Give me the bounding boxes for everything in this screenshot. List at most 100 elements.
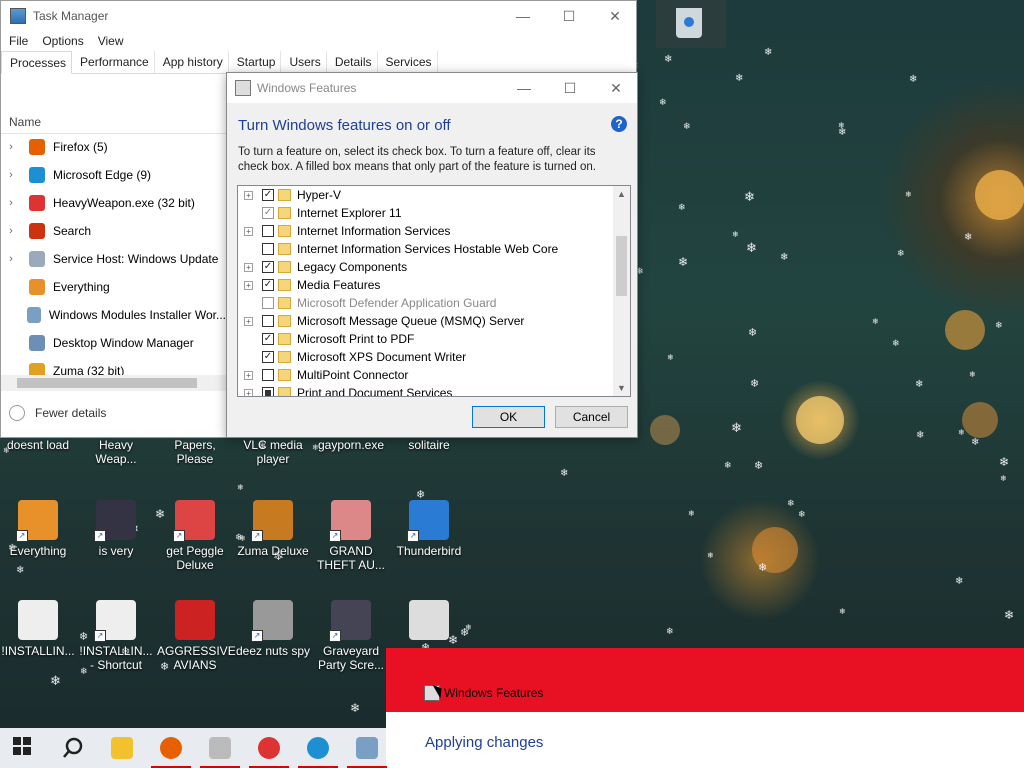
chevron-right-icon[interactable]: › — [1, 141, 21, 153]
tab-app-history[interactable]: App history — [155, 51, 229, 73]
taskbar-windows-features-button[interactable] — [196, 728, 244, 768]
taskbar-start-button[interactable] — [0, 728, 48, 768]
feature-checkbox[interactable] — [262, 225, 274, 237]
desktop-icon[interactable]: ↗ !INSTALLIN... - Shortcut — [78, 600, 154, 672]
desktop-icon[interactable]: ↗ get Peggle Deluxe — [157, 500, 233, 572]
taskbar-file-explorer-button[interactable] — [98, 728, 146, 768]
feature-row[interactable]: Microsoft Defender Application Guard — [238, 294, 613, 312]
ok-button[interactable]: OK — [472, 406, 545, 428]
desktop-icon[interactable]: VLC media player — [235, 438, 311, 466]
feature-row[interactable]: ✓ Microsoft Print to PDF — [238, 330, 613, 348]
feature-checkbox[interactable]: ✓ — [262, 351, 274, 363]
desktop-icon[interactable]: ↗ Thunderbird — [391, 500, 467, 558]
process-row[interactable]: › Search — [1, 217, 226, 245]
task-manager-titlebar[interactable]: Task Manager — ☐ ✕ — [1, 1, 636, 31]
name-column-header[interactable]: Name — [1, 109, 226, 134]
expand-icon[interactable]: + — [244, 388, 253, 396]
taskbar-search-button[interactable] — [49, 728, 97, 768]
desktop-icon[interactable]: solitaire — [391, 438, 467, 452]
expand-icon[interactable]: + — [244, 280, 253, 290]
tab-performance[interactable]: Performance — [72, 51, 155, 73]
dialog-titlebar[interactable]: Windows Features — ☐ ✕ — [227, 73, 637, 103]
taskbar-heavyweapon-button[interactable] — [245, 728, 293, 768]
process-row[interactable]: Windows Modules Installer Wor... — [1, 301, 226, 329]
desktop-icon[interactable]: ↗ GRAND THEFT AU... — [313, 500, 389, 572]
desktop-icon[interactable]: ↗ deez nuts spy — [235, 600, 311, 658]
desktop-icon[interactable]: Heavy Weap... — [78, 438, 154, 466]
dialog-close-button[interactable]: ✕ — [593, 73, 639, 103]
chevron-right-icon[interactable]: › — [1, 253, 21, 265]
scrollbar-thumb[interactable] — [17, 378, 197, 388]
process-row[interactable]: › Microsoft Edge (9) — [1, 161, 226, 189]
tab-services[interactable]: Services — [378, 51, 438, 73]
feature-checkbox[interactable]: ✓ — [262, 261, 274, 273]
menu-options[interactable]: Options — [42, 34, 83, 48]
notification-toast[interactable]: Windows Features Applying changes — [386, 648, 1024, 768]
feature-row[interactable]: + Internet Information Services — [238, 222, 613, 240]
desktop-icon[interactable]: !INSTALLIN... — [0, 600, 76, 658]
desktop-icon[interactable] — [391, 600, 467, 644]
process-row[interactable]: › Firefox (5) — [1, 133, 226, 161]
tab-users[interactable]: Users — [281, 51, 327, 73]
feature-row[interactable]: ✓ Internet Explorer 11 — [238, 204, 613, 222]
taskbar-edge-button[interactable] — [294, 728, 342, 768]
chevron-right-icon[interactable]: › — [1, 169, 21, 181]
feature-checkbox[interactable] — [262, 369, 274, 381]
maximize-button[interactable]: ☐ — [546, 1, 592, 31]
desktop-icon[interactable]: AGGRESSIVE AVIANS — [157, 600, 236, 672]
desktop-icon[interactable]: ↗ Everything — [0, 500, 76, 558]
taskbar-task-manager-button[interactable] — [343, 728, 391, 768]
dialog-maximize-button[interactable]: ☐ — [547, 73, 593, 103]
scroll-up-icon[interactable]: ▲ — [613, 186, 630, 202]
recycle-bin-icon[interactable] — [656, 0, 726, 48]
cancel-button[interactable]: Cancel — [555, 406, 628, 428]
feature-checkbox[interactable] — [262, 297, 274, 309]
process-row[interactable]: › Service Host: Windows Update — [1, 245, 226, 273]
expand-icon[interactable]: + — [244, 262, 253, 272]
close-button[interactable]: ✕ — [592, 1, 638, 31]
feature-row[interactable]: ✓ Microsoft XPS Document Writer — [238, 348, 613, 366]
feature-checkbox[interactable]: ✓ — [262, 189, 274, 201]
minimize-button[interactable]: — — [500, 1, 546, 31]
feature-checkbox[interactable]: ✓ — [262, 207, 274, 219]
horizontal-scrollbar[interactable] — [1, 375, 226, 391]
feature-row[interactable]: + ✓ Media Features — [238, 276, 613, 294]
feature-checkbox[interactable] — [262, 387, 274, 396]
feature-row[interactable]: + ✓ Legacy Components — [238, 258, 613, 276]
desktop-icon[interactable]: ↗ Zuma Deluxe — [235, 500, 311, 558]
chevron-right-icon[interactable]: › — [1, 225, 21, 237]
feature-row[interactable]: + MultiPoint Connector — [238, 366, 613, 384]
menu-view[interactable]: View — [98, 34, 124, 48]
desktop-icon[interactable]: gayporn.exe — [313, 438, 389, 452]
fewer-details-button[interactable]: Fewer details — [9, 405, 106, 421]
desktop-icon[interactable]: doesnt load — [0, 438, 76, 452]
process-row[interactable]: Desktop Window Manager — [1, 329, 226, 357]
chevron-right-icon[interactable]: › — [1, 197, 21, 209]
feature-row[interactable]: + Microsoft Message Queue (MSMQ) Server — [238, 312, 613, 330]
feature-checkbox[interactable]: ✓ — [262, 333, 274, 345]
vertical-scrollbar[interactable]: ▲ ▼ — [613, 186, 630, 396]
feature-checkbox[interactable] — [262, 315, 274, 327]
expand-icon[interactable]: + — [244, 226, 253, 236]
feature-row[interactable]: Internet Information Services Hostable W… — [238, 240, 613, 258]
scrollbar-thumb[interactable] — [616, 236, 627, 296]
feature-checkbox[interactable]: ✓ — [262, 279, 274, 291]
dialog-minimize-button[interactable]: — — [501, 73, 547, 103]
process-row[interactable]: › HeavyWeapon.exe (32 bit) — [1, 189, 226, 217]
menu-file[interactable]: File — [9, 34, 28, 48]
expand-icon[interactable]: + — [244, 316, 253, 326]
expand-icon[interactable]: + — [244, 370, 253, 380]
expand-icon[interactable]: + — [244, 190, 253, 200]
feature-row[interactable]: + ✓ Hyper-V — [238, 186, 613, 204]
feature-checkbox[interactable] — [262, 243, 274, 255]
desktop-icon[interactable]: Papers, Please — [157, 438, 233, 466]
feature-row[interactable]: + Print and Document Services — [238, 384, 613, 396]
desktop-icon[interactable]: ↗ Graveyard Party Scre... — [313, 600, 389, 672]
scroll-down-icon[interactable]: ▼ — [613, 380, 630, 396]
process-row[interactable]: Zuma (32 bit) — [1, 357, 226, 375]
process-row[interactable]: Everything — [1, 273, 226, 301]
taskbar-firefox-button[interactable] — [147, 728, 195, 768]
tab-processes[interactable]: Processes — [1, 51, 73, 74]
tab-startup[interactable]: Startup — [229, 51, 282, 73]
help-icon[interactable]: ? — [611, 116, 627, 132]
